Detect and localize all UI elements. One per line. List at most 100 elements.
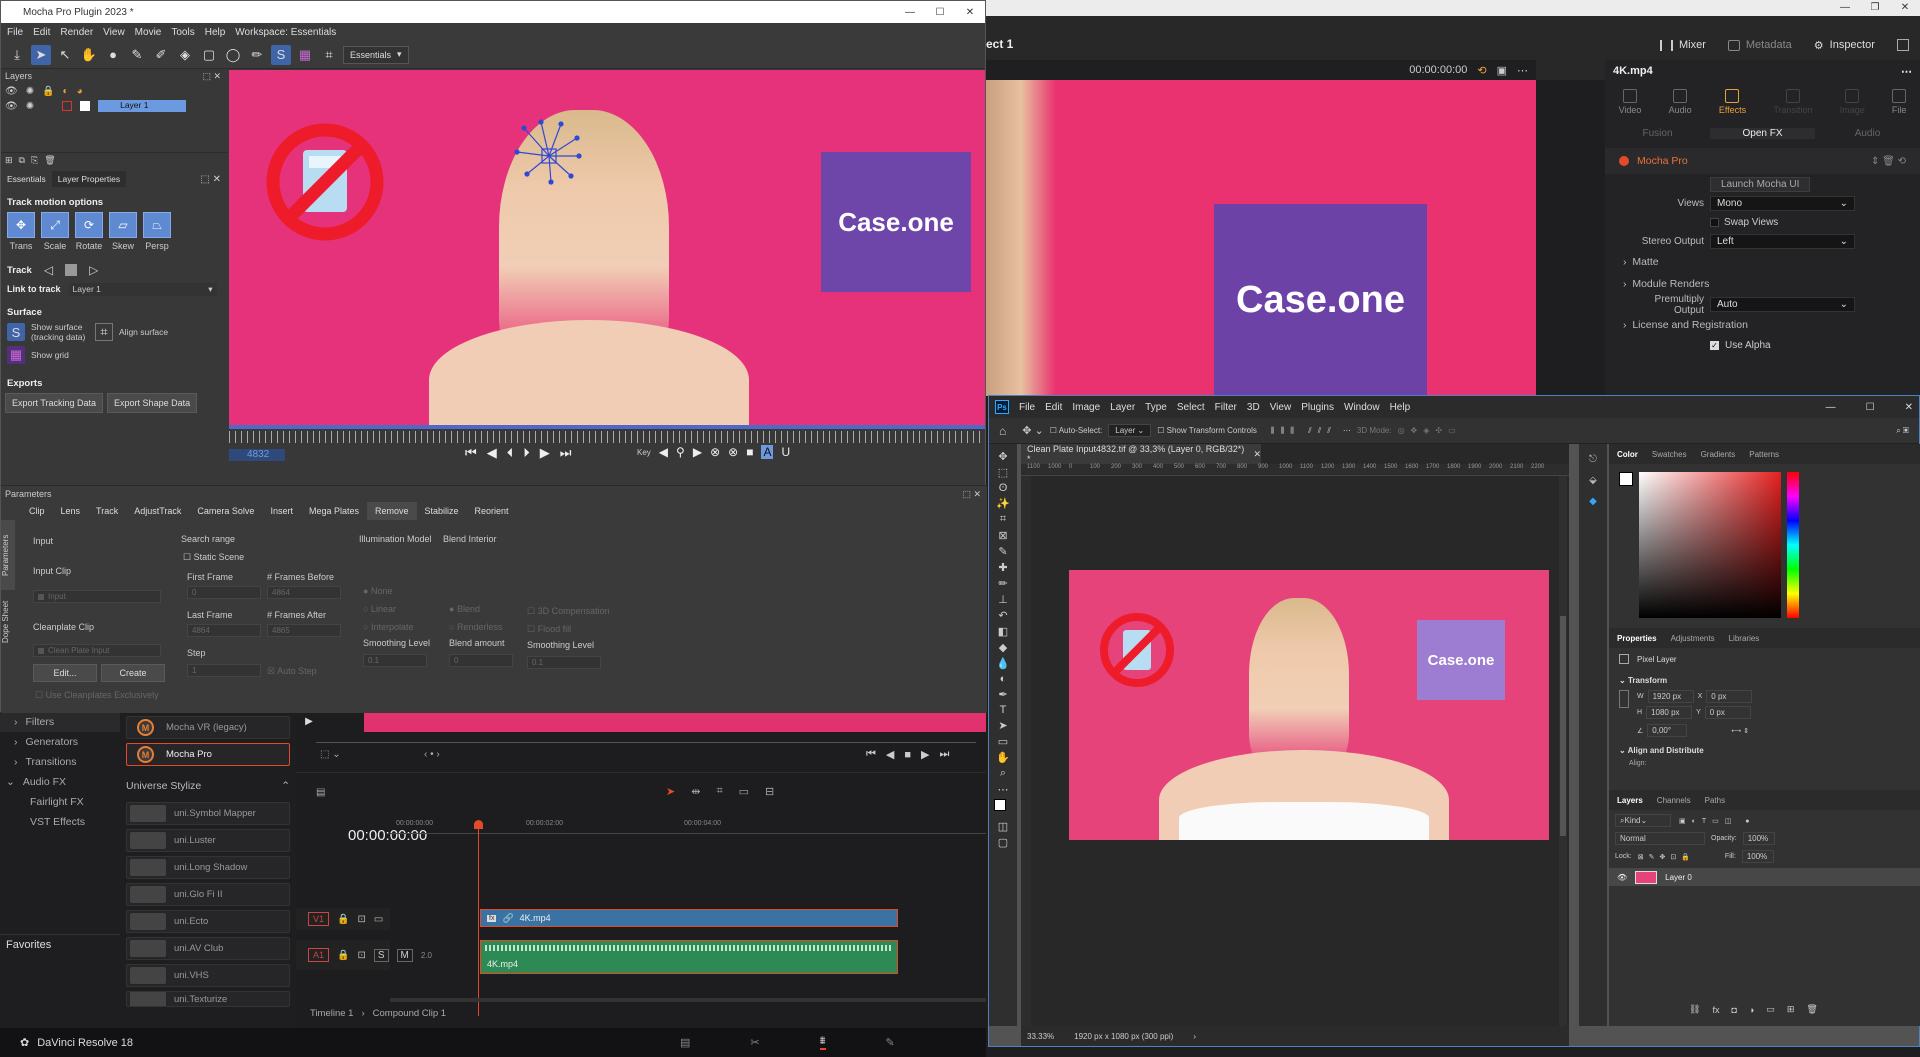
flood-fill-checkbox[interactable]: ☐ Flood fill xyxy=(527,624,571,635)
color-swatches-icon[interactable] xyxy=(994,799,1012,817)
hand-icon[interactable]: ✋ xyxy=(996,751,1010,764)
tab-audio[interactable]: Audio xyxy=(1669,89,1692,115)
minimize-icon[interactable]: — xyxy=(895,7,925,18)
license-section[interactable]: › License and Registration xyxy=(1605,314,1920,336)
bezier-icon[interactable]: ✐ xyxy=(151,45,171,65)
smoothing-level-field[interactable]: 0.1 xyxy=(363,654,427,667)
matte-section[interactable]: › Matte xyxy=(1605,251,1920,273)
status-arrow-icon[interactable]: › xyxy=(1193,1032,1196,1041)
fx-item[interactable]: uni.Texturize xyxy=(126,991,290,1007)
lasso-icon[interactable]: ʘ xyxy=(999,482,1008,494)
screen-mode-icon[interactable]: ▢ xyxy=(998,836,1008,849)
mocha-viewer[interactable]: Case.one xyxy=(229,70,985,425)
illum-none-radio[interactable]: ● None xyxy=(363,586,392,596)
more-icon[interactable]: ⋯ xyxy=(1343,426,1351,435)
kind-filter-dropdown[interactable]: ⌕ Kind ⌄ xyxy=(1615,814,1671,827)
step-back-icon[interactable]: ⏴ xyxy=(507,445,514,461)
save-icon[interactable]: ⤓ xyxy=(7,45,27,65)
fx-item[interactable]: uni.VHS xyxy=(126,964,290,987)
first-frame-field[interactable]: 0 xyxy=(187,586,261,599)
video-clip[interactable]: fx 🔗 4K.mp4 xyxy=(480,909,898,927)
menu-help[interactable]: Help xyxy=(205,27,226,38)
maximize-icon[interactable]: ❐ xyxy=(1860,0,1890,16)
zoom-icon[interactable]: ● xyxy=(103,45,123,65)
link-layers-icon[interactable]: ⛓ xyxy=(1689,1004,1700,1015)
renderless-radio[interactable]: ○ Renderless xyxy=(449,622,502,632)
show-surface-icon[interactable]: S xyxy=(7,323,25,341)
rect-icon[interactable]: ▢ xyxy=(199,45,219,65)
minimize-icon[interactable]: — xyxy=(1826,402,1836,413)
close-icon[interactable]: ✕ xyxy=(1890,0,1920,16)
adjustment-icon[interactable]: ◑ xyxy=(1749,1005,1754,1015)
goto-end-icon[interactable]: ⏭ xyxy=(560,445,572,461)
trash-icon[interactable]: 🗑 xyxy=(1806,1004,1817,1015)
fusion-page-icon[interactable]: ✎ xyxy=(886,1036,895,1049)
playhead[interactable] xyxy=(478,824,479,1016)
quickmask-icon[interactable]: ◫ xyxy=(998,820,1008,833)
layer-row[interactable]: 👁 ✺ Layer 1 xyxy=(1,99,227,113)
use-alpha-checkbox[interactable]: ✓ xyxy=(1710,341,1719,350)
tab-video[interactable]: Video xyxy=(1619,89,1641,115)
marquee-icon[interactable]: ⬚ xyxy=(998,466,1008,479)
fx-mocha-pro[interactable]: M Mocha Pro xyxy=(126,743,290,766)
align-icons[interactable]: ⫼⫼⫼ ⫽⫽⫽ xyxy=(1271,426,1337,436)
tab-effects[interactable]: Effects xyxy=(1719,89,1746,115)
panel-toggle-icon[interactable] xyxy=(1896,39,1909,51)
auto-select-checkbox[interactable]: ☐ Auto-Select: xyxy=(1050,426,1103,435)
color-field[interactable] xyxy=(1639,472,1781,618)
color-icon[interactable]: ◐ xyxy=(63,86,69,97)
dup-layer-icon[interactable]: ⧉ xyxy=(19,155,25,166)
module-renders-section[interactable]: › Module Renders xyxy=(1605,273,1920,295)
fx-item[interactable]: uni.Luster xyxy=(126,829,290,852)
align-header[interactable]: ⌄ Align and Distribute xyxy=(1619,746,1704,755)
blend-amount-field[interactable]: 0 xyxy=(449,654,513,667)
mask-icon[interactable]: ◘ xyxy=(1731,1005,1736,1015)
rotate-option[interactable]: ⟳ Rotate xyxy=(75,212,103,251)
menu-select[interactable]: Select xyxy=(1177,402,1205,413)
group-icon[interactable]: ▭ xyxy=(1766,1004,1775,1015)
swap-views-checkbox[interactable] xyxy=(1710,218,1719,227)
history-icon[interactable]: ⎋ xyxy=(1589,454,1597,465)
eyedropper-icon[interactable]: ✎ xyxy=(998,545,1007,558)
in-out-range-bar[interactable] xyxy=(229,425,985,429)
scrub-bar[interactable] xyxy=(316,742,976,743)
add-layer-icon[interactable]: ⊞ xyxy=(5,155,13,166)
skew-option[interactable]: ▱ Skew xyxy=(109,212,137,251)
fx-item[interactable]: uni.AV Club xyxy=(126,937,290,960)
bucket-icon[interactable]: ◆ xyxy=(999,641,1007,654)
frame-ruler[interactable] xyxy=(229,431,985,443)
frames-before-field[interactable]: 4864 xyxy=(267,586,341,599)
metadata-button[interactable]: Metadata xyxy=(1727,39,1792,51)
tab-reorient[interactable]: Reorient xyxy=(467,502,517,520)
launch-mocha-button[interactable]: Launch Mocha UI xyxy=(1710,176,1811,192)
gear-icon[interactable]: ✺ xyxy=(26,86,34,97)
3d-icons[interactable]: ◎✥◈✣▭ xyxy=(1398,426,1462,435)
opacity-field[interactable]: 100% xyxy=(1742,832,1775,845)
menu-view[interactable]: View xyxy=(1270,402,1292,413)
show-transform-checkbox[interactable]: ☐ Show Transform Controls xyxy=(1157,426,1257,435)
auto-select-dropdown[interactable]: Layer ⌄ xyxy=(1108,424,1152,437)
shape-icon[interactable]: ▭ xyxy=(998,735,1008,748)
audio-clip[interactable]: 4K.mp4 xyxy=(480,940,898,974)
zoom-icon[interactable]: ⌕ xyxy=(1000,767,1006,780)
tab-stabilize[interactable]: Stabilize xyxy=(417,502,467,520)
tree-item-vst-effects[interactable]: VST Effects xyxy=(0,812,120,832)
tab-image[interactable]: Image xyxy=(1840,89,1865,115)
input-clip-dropdown[interactable]: Input xyxy=(33,590,161,603)
width-field[interactable]: 1920 px xyxy=(1647,690,1694,703)
tab-paths[interactable]: Paths xyxy=(1705,796,1725,805)
edit-button[interactable]: Edit... xyxy=(33,664,97,682)
flip-icons[interactable]: ⟷ ⇕ xyxy=(1731,727,1749,735)
playhead-handle[interactable] xyxy=(474,820,483,829)
subtab-fusion[interactable]: Fusion xyxy=(1605,128,1710,139)
pan-icon[interactable]: ✋ xyxy=(79,45,99,65)
menu-layer[interactable]: Layer xyxy=(1110,402,1135,413)
stop-track-icon[interactable] xyxy=(65,264,78,276)
play-forward-icon[interactable]: ▶ xyxy=(540,445,550,461)
menu-edit[interactable]: Edit xyxy=(33,27,50,38)
crop-icon[interactable]: ⌗ xyxy=(1000,513,1006,526)
tab-color[interactable]: Color xyxy=(1617,450,1638,459)
filter-icons[interactable]: ▣◐T▭◫ ● xyxy=(1679,817,1756,825)
menu-help[interactable]: Help xyxy=(1390,402,1411,413)
fx-item[interactable]: uni.Glo Fi II xyxy=(126,883,290,906)
